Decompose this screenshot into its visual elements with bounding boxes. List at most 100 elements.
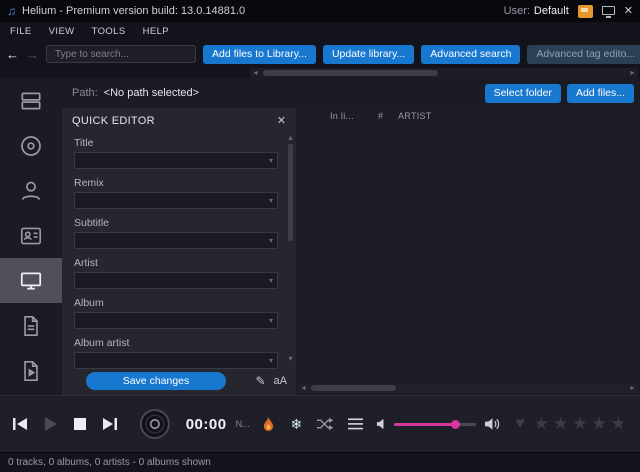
save-changes-button[interactable]: Save changes (86, 372, 226, 390)
column-in-library[interactable]: In li... (330, 111, 378, 121)
sidebar-item-artist-card[interactable] (0, 213, 62, 258)
sidebar (0, 78, 62, 395)
menu-file[interactable]: FILE (10, 26, 32, 37)
table-header: In li... # ARTIST (296, 108, 640, 124)
album-combobox[interactable]: ▾ (74, 312, 278, 329)
scroll-right-icon[interactable]: ▸ (627, 383, 638, 393)
now-playing-disc-icon[interactable] (139, 407, 171, 441)
forward-arrow-icon[interactable]: → (26, 47, 39, 62)
app-music-note-icon: ♫ (7, 4, 16, 18)
play-button[interactable] (40, 414, 60, 434)
sidebar-item-media-files[interactable] (0, 348, 62, 393)
path-value: <No path selected> (103, 87, 200, 99)
add-files-button[interactable]: Add files... (566, 83, 634, 103)
pencil-icon[interactable]: ✎ (255, 374, 265, 388)
quick-editor-panel: QUICK EDITOR ✕ Title ▾ Remix ▾ Subtitle … (62, 108, 296, 395)
chevron-down-icon: ▾ (268, 156, 273, 165)
scrollbar-thumb[interactable] (311, 385, 396, 391)
sidebar-item-documents[interactable] (0, 303, 62, 348)
status-text: 0 tracks, 0 albums, 0 artists - 0 albums… (8, 457, 211, 468)
sidebar-item-display[interactable] (0, 258, 62, 303)
speaker-icon[interactable] (485, 417, 500, 431)
path-label: Path: (72, 87, 98, 99)
field-label: Title (74, 137, 94, 149)
contact-card-icon (20, 227, 42, 244)
field-album: Album ▾ (74, 297, 278, 329)
path-row: Path: <No path selected> Select folder A… (62, 78, 640, 108)
monitor-icon (20, 272, 42, 289)
scroll-left-icon[interactable]: ◂ (250, 68, 261, 78)
volume-slider-thumb[interactable] (451, 420, 461, 429)
statusbar: 0 tracks, 0 albums, 0 artists - 0 albums… (0, 452, 640, 472)
menubar: FILE VIEW TOOLS HELP (0, 22, 640, 40)
previous-track-button[interactable] (10, 414, 30, 434)
font-size-icon[interactable]: aA (274, 375, 287, 387)
scrollbar-thumb[interactable] (288, 144, 293, 241)
chevron-down-icon: ▾ (268, 236, 273, 245)
select-folder-button[interactable]: Select folder (484, 83, 561, 103)
back-arrow-icon[interactable]: ← (6, 47, 19, 62)
stack-icon (21, 92, 41, 109)
artist-combobox[interactable]: ▾ (74, 272, 278, 289)
scroll-up-icon[interactable]: ▴ (286, 133, 295, 142)
play-document-icon (24, 360, 38, 381)
scroll-right-icon[interactable]: ▸ (627, 68, 638, 78)
sidebar-item-library[interactable] (0, 78, 62, 123)
column-number[interactable]: # (378, 111, 398, 121)
flag-icon[interactable] (577, 4, 593, 18)
menu-help[interactable]: HELP (143, 26, 169, 37)
field-label: Remix (74, 177, 104, 189)
rating-stars[interactable]: ★★★★★ (534, 414, 630, 434)
volume-down-icon[interactable] (376, 418, 385, 430)
shuffle-icon[interactable] (316, 417, 334, 431)
toolbar-scroll-strip: ◂ ▸ (0, 68, 640, 78)
time-display: 00:00 (185, 415, 227, 433)
volume-slider[interactable] (394, 419, 477, 429)
title-combobox[interactable]: ▾ (74, 152, 278, 169)
remix-combobox[interactable]: ▾ (74, 192, 278, 209)
field-title: Title ▾ (74, 137, 278, 169)
next-track-button[interactable] (100, 414, 120, 434)
menu-tools[interactable]: TOOLS (92, 26, 126, 37)
player-bar: 00:00 N... ❄ ♥ ★★★★★ (0, 395, 640, 452)
menu-view[interactable]: VIEW (49, 26, 75, 37)
scroll-down-icon[interactable]: ▾ (286, 354, 295, 363)
user-value[interactable]: Default (534, 5, 569, 17)
album-artist-combobox[interactable]: ▾ (74, 352, 278, 369)
flame-icon[interactable] (261, 415, 276, 433)
favorite-heart-icon[interactable]: ♥ (515, 415, 525, 433)
update-library-button[interactable]: Update library... (322, 44, 415, 64)
column-artist[interactable]: ARTIST (398, 111, 432, 121)
chevron-down-icon: ▾ (268, 196, 273, 205)
field-label: Artist (74, 257, 98, 269)
advanced-search-button[interactable]: Advanced search (421, 44, 521, 64)
close-panel-icon[interactable]: ✕ (277, 114, 286, 127)
now-playing-text: N... (235, 419, 250, 429)
field-subtitle: Subtitle ▾ (74, 217, 278, 249)
document-icon (24, 315, 38, 336)
top-horizontal-scrollbar[interactable]: ◂ ▸ (250, 68, 638, 78)
search-input[interactable] (46, 45, 196, 63)
field-artist: Artist ▾ (74, 257, 278, 289)
close-window-icon[interactable]: ✕ (624, 5, 633, 17)
chevron-down-icon: ▾ (268, 356, 273, 365)
sidebar-item-artists[interactable] (0, 168, 62, 213)
titlebar: ♫ Helium - Premium version build: 13.0.1… (0, 0, 640, 22)
snowflake-icon[interactable]: ❄ (291, 416, 303, 433)
stop-button[interactable] (70, 414, 90, 434)
add-files-to-library-button[interactable]: Add files to Library... (203, 44, 316, 64)
toolbar: ← → Add files to Library... Update libra… (0, 40, 640, 68)
quick-editor-vertical-scrollbar[interactable]: ▴ ▾ (286, 133, 295, 363)
window-title: Helium - Premium version build: 13.0.148… (22, 5, 246, 17)
sidebar-item-discs[interactable] (0, 123, 62, 168)
chevron-down-icon: ▾ (268, 316, 273, 325)
queue-menu-icon[interactable] (348, 418, 363, 430)
table-horizontal-scrollbar[interactable]: ◂ ▸ (298, 383, 638, 393)
track-table: In li... # ARTIST ◂ ▸ (296, 108, 640, 395)
scroll-left-icon[interactable]: ◂ (298, 383, 309, 393)
subtitle-combobox[interactable]: ▾ (74, 232, 278, 249)
advanced-tag-editor-button[interactable]: Advanced tag edito... (527, 44, 640, 64)
app-window: ♫ Helium - Premium version build: 13.0.1… (0, 0, 640, 472)
display-icon[interactable] (601, 5, 615, 18)
scrollbar-thumb[interactable] (263, 70, 438, 76)
